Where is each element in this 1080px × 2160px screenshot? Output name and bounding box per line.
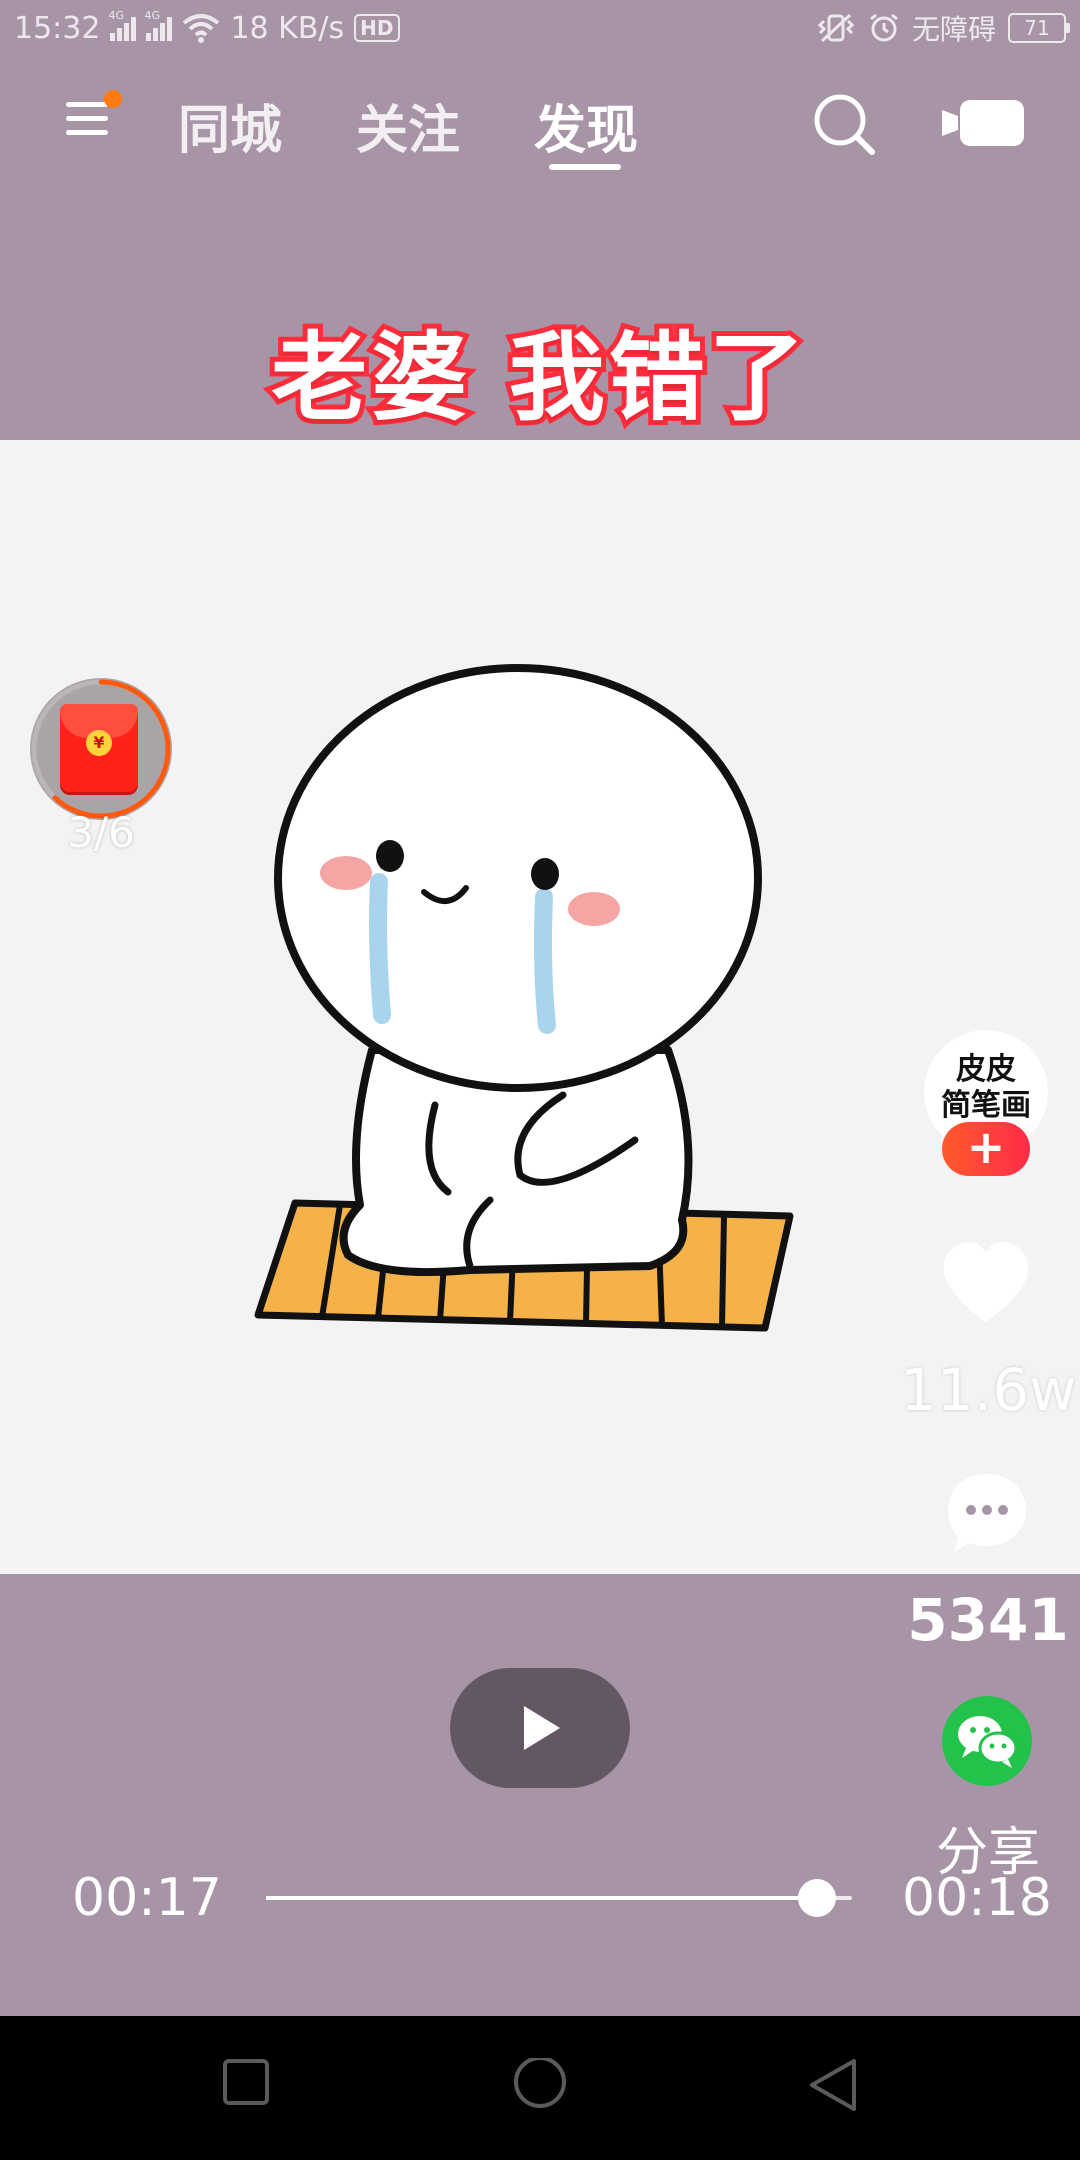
play-icon (524, 1706, 560, 1750)
top-nav: 同城 关注 发现 (0, 60, 1080, 180)
red-packet-button[interactable]: ¥ (30, 678, 172, 820)
battery-icon: 71 (1008, 13, 1070, 43)
total-time: 00:18 (902, 1868, 1052, 1928)
status-time: 15:32 (14, 10, 101, 46)
system-nav-bar (0, 2016, 1080, 2160)
like-count: 11.6w (900, 1356, 1077, 1424)
signal-icon: 4G (108, 9, 137, 41)
vibrate-icon (817, 13, 855, 43)
tab-same-city[interactable]: 同城 (178, 88, 282, 163)
progress-thumb[interactable] (797, 1879, 836, 1917)
wechat-icon (958, 1716, 1018, 1768)
status-bar: 15:32 4G 4G 18 KB/s HD 无障碍 71 (0, 0, 1080, 56)
nav-square-icon[interactable] (222, 2058, 270, 2106)
menu-button[interactable] (64, 90, 122, 144)
status-left: 15:32 4G 4G 18 KB/s HD (14, 8, 400, 48)
tab-discover[interactable]: 发现 (534, 88, 638, 163)
play-button[interactable] (450, 1668, 630, 1788)
current-time: 00:17 (72, 1868, 222, 1928)
wifi-icon (183, 14, 220, 43)
hd-icon: HD (354, 14, 400, 42)
app-screen: 15:32 4G 4G 18 KB/s HD 无障碍 71 同城 关注 发现 老… (0, 0, 1080, 2160)
heart-icon[interactable] (940, 1240, 1032, 1326)
follow-button[interactable]: + (942, 1122, 1030, 1176)
video-title: 老婆 我错了 (266, 317, 809, 439)
red-packet-count: 3/6 (67, 808, 135, 857)
accessibility-label: 无障碍 (911, 13, 996, 46)
notification-dot (104, 90, 122, 108)
progress-fill (266, 1896, 817, 1900)
signal-icon-2: 4G (144, 9, 173, 41)
search-icon[interactable] (812, 92, 876, 156)
progress-slider[interactable] (266, 1879, 852, 1917)
comment-icon[interactable] (944, 1470, 1030, 1556)
active-tab-indicator (549, 164, 621, 170)
nav-triangle-icon[interactable] (808, 2058, 858, 2112)
tab-following[interactable]: 关注 (356, 88, 460, 163)
alarm-icon (870, 13, 898, 42)
camera-icon[interactable] (940, 98, 1026, 148)
red-packet-icon: ¥ (60, 704, 138, 792)
comment-count: 5341 (907, 1586, 1069, 1654)
nav-circle-icon[interactable] (512, 2058, 568, 2114)
status-right: 无障碍 71 (816, 8, 1070, 48)
network-speed: 18 KB/s (230, 10, 345, 46)
share-button[interactable] (942, 1696, 1032, 1786)
